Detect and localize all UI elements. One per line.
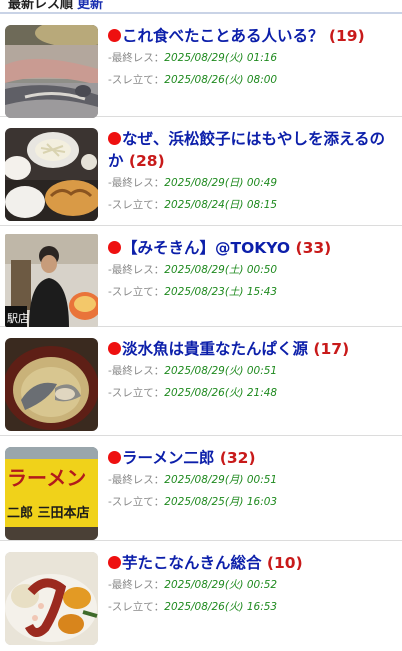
thread-title-link[interactable]: ラーメン二郎 (32) <box>108 447 396 469</box>
sort-order-label: 最新レス順 更新 <box>8 0 103 12</box>
thread-item-2[interactable]: なぜ、浜松餃子にはもやしを添えるのか (28) -最終レス：2025/08/29… <box>0 117 402 226</box>
sort-label: 最新レス順 <box>8 0 74 12</box>
thread-start-time: 2025/08/26(火) 21:48 <box>164 387 278 399</box>
last-res-row: -最終レス：2025/08/29(月) 00:51 <box>108 469 396 491</box>
new-indicator-dot <box>108 556 121 569</box>
thread-thumbnail[interactable]: ラーメン 二郎 三田本店 <box>5 447 98 540</box>
last-res-row: -最終レス：2025/08/29(火) 00:52 <box>108 574 396 596</box>
thread-title[interactable]: 【みそきん】@TOKYO <box>122 239 290 257</box>
grilled-fish-image <box>5 25 98 118</box>
thread-info: 芋たこなんきん総合 (10) -最終レス：2025/08/29(火) 00:52… <box>108 552 396 618</box>
thread-start-row: -スレ立て：2025/08/23(土) 15:43 <box>108 281 396 303</box>
thread-start-row: -スレ立て：2025/08/26(火) 16:53 <box>108 596 396 618</box>
last-res-time: 2025/08/29(火) 01:16 <box>164 52 278 64</box>
thread-title-link[interactable]: 芋たこなんきん総合 (10) <box>108 552 396 574</box>
last-res-time: 2025/08/29(土) 00:50 <box>164 264 278 276</box>
thread-start-time: 2025/08/26(火) 16:53 <box>164 601 278 613</box>
last-res-time: 2025/08/29(火) 00:51 <box>164 365 278 377</box>
jiro-sign-bottom: 二郎 三田本店 <box>7 505 90 521</box>
thread-item-5[interactable]: ラーメン 二郎 三田本店 ラーメン二郎 (32) -最終レス：2025/08/2… <box>0 436 402 541</box>
thread-start-row: -スレ立て：2025/08/24(日) 08:15 <box>108 194 396 216</box>
misokin-caption: 駅店 <box>7 311 29 325</box>
thread-item-4[interactable]: 淡水魚は貴重なたんぱく源 (17) -最終レス：2025/08/29(火) 00… <box>0 327 402 436</box>
last-res-row: -最終レス：2025/08/29(火) 01:16 <box>108 47 396 69</box>
last-res-time: 2025/08/29(日) 00:49 <box>164 177 278 189</box>
thread-info: 淡水魚は貴重なたんぱく源 (17) -最終レス：2025/08/29(火) 00… <box>108 338 396 404</box>
last-res-row: -最終レス：2025/08/29(日) 00:49 <box>108 172 396 194</box>
last-res-time: 2025/08/29(火) 00:52 <box>164 579 278 591</box>
last-res-label: -最終レス： <box>108 177 165 189</box>
imo-tako-nankin-image <box>5 552 98 645</box>
refresh-link[interactable]: 更新 <box>77 0 103 12</box>
thread-start-row: -スレ立て：2025/08/26(火) 21:48 <box>108 382 396 404</box>
thread-title-link[interactable]: なぜ、浜松餃子にはもやしを添えるのか (28) <box>108 128 396 172</box>
last-res-row: -最終レス：2025/08/29(土) 00:50 <box>108 259 396 281</box>
thread-title[interactable]: 芋たこなんきん総合 <box>122 554 262 572</box>
thread-start-label: -スレ立て： <box>108 496 165 508</box>
list-header: 最新レス順 更新 <box>0 0 402 14</box>
fish-soup-image <box>5 338 98 431</box>
thread-thumbnail[interactable] <box>5 128 98 221</box>
gyoza-image <box>5 128 98 221</box>
new-indicator-dot <box>108 451 121 464</box>
thread-start-time: 2025/08/24(日) 08:15 <box>164 199 278 211</box>
thread-start-label: -スレ立て： <box>108 74 165 86</box>
thread-item-6[interactable]: 芋たこなんきん総合 (10) -最終レス：2025/08/29(火) 00:52… <box>0 541 402 651</box>
last-res-label: -最終レス： <box>108 365 165 377</box>
new-indicator-dot <box>108 241 121 254</box>
thread-start-time: 2025/08/26(火) 08:00 <box>164 74 278 86</box>
thread-start-row: -スレ立て：2025/08/25(月) 16:03 <box>108 491 396 513</box>
thread-title-link[interactable]: 【みそきん】@TOKYO (33) <box>108 237 396 259</box>
reply-count: (33) <box>295 239 332 257</box>
ramen-jiro-sign-image: ラーメン 二郎 三田本店 <box>5 447 98 540</box>
thread-start-label: -スレ立て： <box>108 601 165 613</box>
thread-thumbnail[interactable] <box>5 25 98 118</box>
thread-info: なぜ、浜松餃子にはもやしを添えるのか (28) -最終レス：2025/08/29… <box>108 128 396 216</box>
thread-title-link[interactable]: これ食べたことある人いる？ (19) <box>108 25 396 47</box>
last-res-time: 2025/08/29(月) 00:51 <box>164 474 278 486</box>
reply-count: (10) <box>266 554 303 572</box>
thread-thumbnail[interactable] <box>5 552 98 645</box>
misokin-image: 駅店 <box>5 234 98 327</box>
new-indicator-dot <box>108 342 121 355</box>
new-indicator-dot <box>108 132 121 145</box>
thread-start-label: -スレ立て： <box>108 387 165 399</box>
thread-info: ラーメン二郎 (32) -最終レス：2025/08/29(月) 00:51 -ス… <box>108 447 396 513</box>
last-res-label: -最終レス： <box>108 579 165 591</box>
thread-thumbnail[interactable]: 駅店 <box>5 234 98 327</box>
thread-list: これ食べたことある人いる？ (19) -最終レス：2025/08/29(火) 0… <box>0 14 402 651</box>
reply-count: (19) <box>328 27 365 45</box>
thread-title[interactable]: 淡水魚は貴重なたんぱく源 <box>122 340 308 358</box>
last-res-label: -最終レス： <box>108 264 165 276</box>
last-res-label: -最終レス： <box>108 474 165 486</box>
thread-title[interactable]: これ食べたことある人いる？ <box>122 27 324 45</box>
thread-start-label: -スレ立て： <box>108 286 165 298</box>
reply-count: (17) <box>313 340 350 358</box>
thread-start-row: -スレ立て：2025/08/26(火) 08:00 <box>108 69 396 91</box>
thread-info: これ食べたことある人いる？ (19) -最終レス：2025/08/29(火) 0… <box>108 25 396 91</box>
reply-count: (28) <box>128 152 165 170</box>
last-res-row: -最終レス：2025/08/29(火) 00:51 <box>108 360 396 382</box>
thread-start-label: -スレ立て： <box>108 199 165 211</box>
thread-item-3[interactable]: 駅店 【みそきん】@TOKYO (33) -最終レス：2025/08/29(土)… <box>0 226 402 327</box>
thread-thumbnail[interactable] <box>5 338 98 431</box>
thread-title[interactable]: ラーメン二郎 <box>122 449 214 467</box>
thread-title-link[interactable]: 淡水魚は貴重なたんぱく源 (17) <box>108 338 396 360</box>
thread-start-time: 2025/08/25(月) 16:03 <box>164 496 278 508</box>
thread-start-time: 2025/08/23(土) 15:43 <box>164 286 278 298</box>
last-res-label: -最終レス： <box>108 52 165 64</box>
jiro-sign-top: ラーメン <box>7 466 86 490</box>
thread-item-1[interactable]: これ食べたことある人いる？ (19) -最終レス：2025/08/29(火) 0… <box>0 14 402 118</box>
reply-count: (32) <box>219 449 256 467</box>
new-indicator-dot <box>108 29 121 42</box>
thread-info: 【みそきん】@TOKYO (33) -最終レス：2025/08/29(土) 00… <box>108 237 396 303</box>
